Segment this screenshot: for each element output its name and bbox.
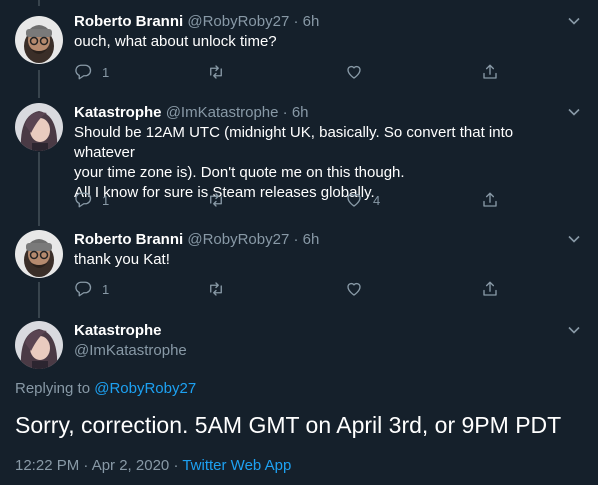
reply-button[interactable]: 1 — [74, 61, 109, 83]
tweet-text-line: thank you Kat! — [74, 251, 170, 268]
tweet-actions: 1 — [74, 278, 514, 300]
tweet-time[interactable]: 6h — [303, 231, 320, 248]
tweet-actions: 1 — [74, 61, 514, 83]
reply-button[interactable]: 1 — [74, 278, 109, 300]
avatar[interactable] — [15, 230, 63, 278]
reply-icon — [75, 64, 92, 80]
avatar[interactable] — [15, 16, 63, 64]
display-name[interactable]: Roberto Branni — [74, 231, 183, 248]
tweet-text-line: ouch, what about unlock time? — [74, 33, 277, 50]
avatar-katastrophe-image — [15, 321, 63, 369]
separator-dot: · — [293, 231, 299, 248]
separator-dot: · — [293, 13, 299, 30]
separator-dot: · — [173, 457, 179, 474]
user-handle[interactable]: @ImKatastrophe — [74, 341, 578, 361]
like-icon — [347, 282, 361, 296]
avatar-katastrophe-image — [15, 103, 63, 151]
like-icon — [347, 65, 361, 79]
like-button[interactable] — [345, 61, 373, 83]
chevron-down-icon[interactable] — [567, 14, 581, 28]
main-tweet-text: Sorry, correction. 5AM GMT on April 3rd,… — [15, 412, 562, 438]
reply-button[interactable]: 1 — [74, 189, 109, 211]
tweet-time[interactable]: 6h — [303, 13, 320, 30]
replying-to-handle-link[interactable]: @RobyRoby27 — [94, 380, 196, 397]
retweet-icon — [210, 65, 222, 79]
share-icon — [483, 192, 497, 207]
reply-count: 1 — [102, 281, 110, 297]
reply-icon — [75, 281, 92, 297]
user-handle[interactable]: @RobyRoby27 — [187, 13, 289, 30]
display-name[interactable]: Roberto Branni — [74, 13, 183, 30]
thread-line — [38, 0, 40, 6]
main-author: Katastrophe @ImKatastrophe — [74, 321, 578, 361]
share-icon — [483, 281, 497, 296]
chevron-down-icon[interactable] — [567, 323, 581, 337]
user-handle[interactable]: @RobyRoby27 — [187, 231, 289, 248]
share-button[interactable] — [481, 189, 499, 211]
like-button[interactable] — [345, 278, 373, 300]
like-icon — [347, 193, 361, 207]
tweet-header: Roberto Branni @RobyRoby27 · 6h — [74, 12, 578, 32]
display-name[interactable]: Katastrophe — [74, 104, 162, 121]
tweet-time[interactable]: 6h — [292, 104, 309, 121]
display-name[interactable]: Katastrophe — [74, 321, 578, 341]
retweet-icon — [210, 193, 222, 207]
share-button[interactable] — [481, 278, 499, 300]
tweet-actions: 1 4 — [74, 189, 514, 211]
main-tweet: Katastrophe @ImKatastrophe — [0, 321, 598, 381]
separator-dot: · — [282, 104, 288, 121]
like-button[interactable]: 4 — [345, 189, 380, 211]
reply-icon — [75, 192, 92, 208]
user-handle[interactable]: @ImKatastrophe — [166, 104, 279, 121]
tweet-header: Roberto Branni @RobyRoby27 · 6h — [74, 230, 578, 250]
tweet-text-line: your time zone is). Don't quote me on th… — [74, 164, 405, 181]
reply-count: 1 — [102, 64, 110, 80]
tweet-header: Katastrophe @ImKatastrophe · 6h — [74, 103, 578, 123]
avatar-roberto-image — [15, 16, 63, 64]
replying-to-label: Replying to — [15, 380, 91, 397]
tweet-timestamp[interactable]: 12:22 PM · Apr 2, 2020 — [15, 457, 169, 474]
tweet-text: ouch, what about unlock time? — [74, 32, 578, 52]
avatar-roberto-image — [15, 230, 63, 278]
retweet-button[interactable] — [207, 278, 235, 300]
retweet-button[interactable] — [207, 189, 235, 211]
share-icon — [483, 64, 497, 79]
tweet-source-link[interactable]: Twitter Web App — [182, 457, 291, 474]
share-button[interactable] — [481, 61, 499, 83]
reply-count: 1 — [102, 192, 110, 208]
tweet-text-line: Should be 12AM UTC (midnight UK, basical… — [74, 124, 514, 161]
chevron-down-icon[interactable] — [567, 105, 581, 119]
retweet-button[interactable] — [207, 61, 235, 83]
avatar[interactable] — [15, 321, 63, 369]
retweet-icon — [210, 282, 222, 296]
tweet-text: thank you Kat! — [74, 250, 578, 270]
like-count: 4 — [373, 192, 381, 208]
tweet-meta: 12:22 PM · Apr 2, 2020 · Twitter Web App — [15, 457, 291, 474]
avatar[interactable] — [15, 103, 63, 151]
replying-to: Replying to @RobyRoby27 — [15, 380, 196, 397]
chevron-down-icon[interactable] — [567, 232, 581, 246]
